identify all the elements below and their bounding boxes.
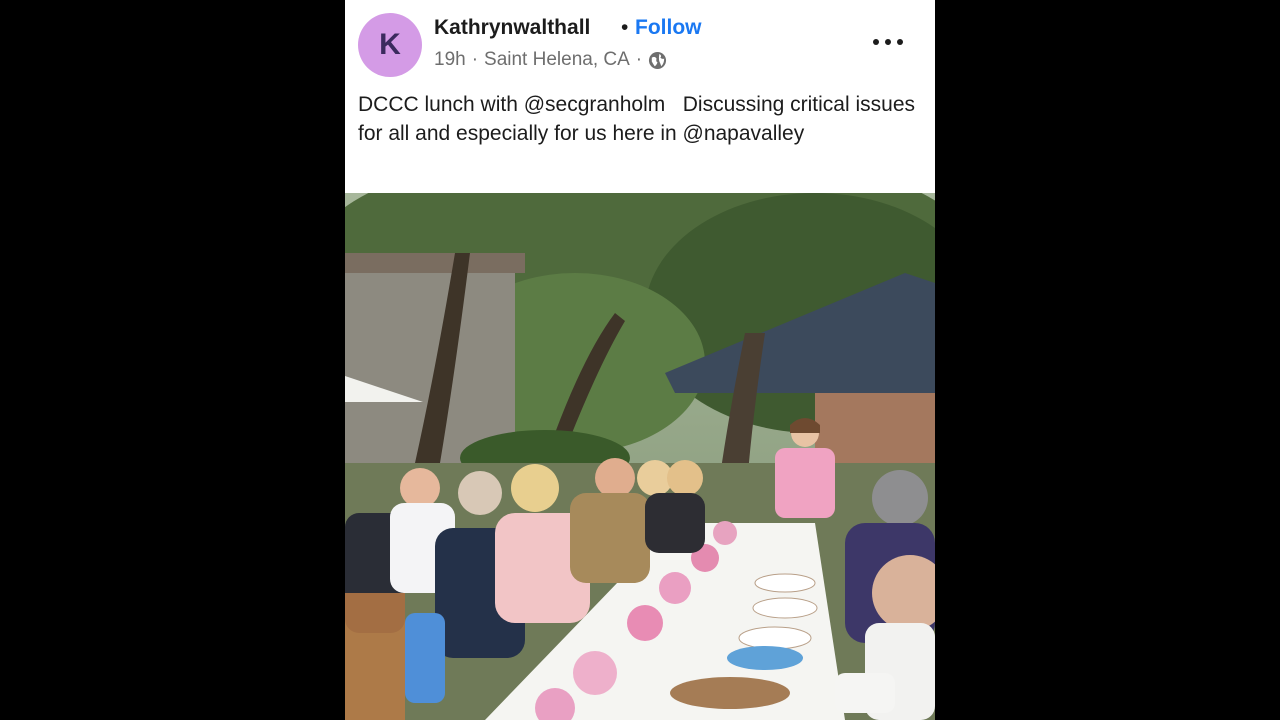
more-options-icon[interactable] bbox=[873, 34, 903, 50]
username[interactable]: Kathrynwalthall bbox=[434, 16, 590, 40]
avatar-letter: K bbox=[379, 28, 401, 61]
post-time: 19h bbox=[434, 49, 466, 70]
avatar[interactable]: K bbox=[358, 13, 422, 77]
follow-button[interactable]: Follow bbox=[635, 16, 702, 40]
post-caption: DCCC lunch with @secgranholm Discussing … bbox=[358, 93, 921, 145]
post-location[interactable]: Saint Helena, CA bbox=[484, 49, 630, 71]
meta-dot: · bbox=[471, 49, 479, 70]
post-header: K Kathrynwalthall • Follow 19h · Saint H… bbox=[345, 0, 935, 90]
globe-icon bbox=[648, 51, 667, 70]
post-card: K Kathrynwalthall • Follow 19h · Saint H… bbox=[345, 0, 935, 720]
event-photo-illustration bbox=[345, 193, 935, 720]
post-meta: 19h · Saint Helena, CA · bbox=[434, 49, 667, 71]
post-photo[interactable] bbox=[345, 193, 935, 720]
separator-dot: • bbox=[621, 16, 629, 39]
meta-dot: · bbox=[635, 49, 643, 70]
